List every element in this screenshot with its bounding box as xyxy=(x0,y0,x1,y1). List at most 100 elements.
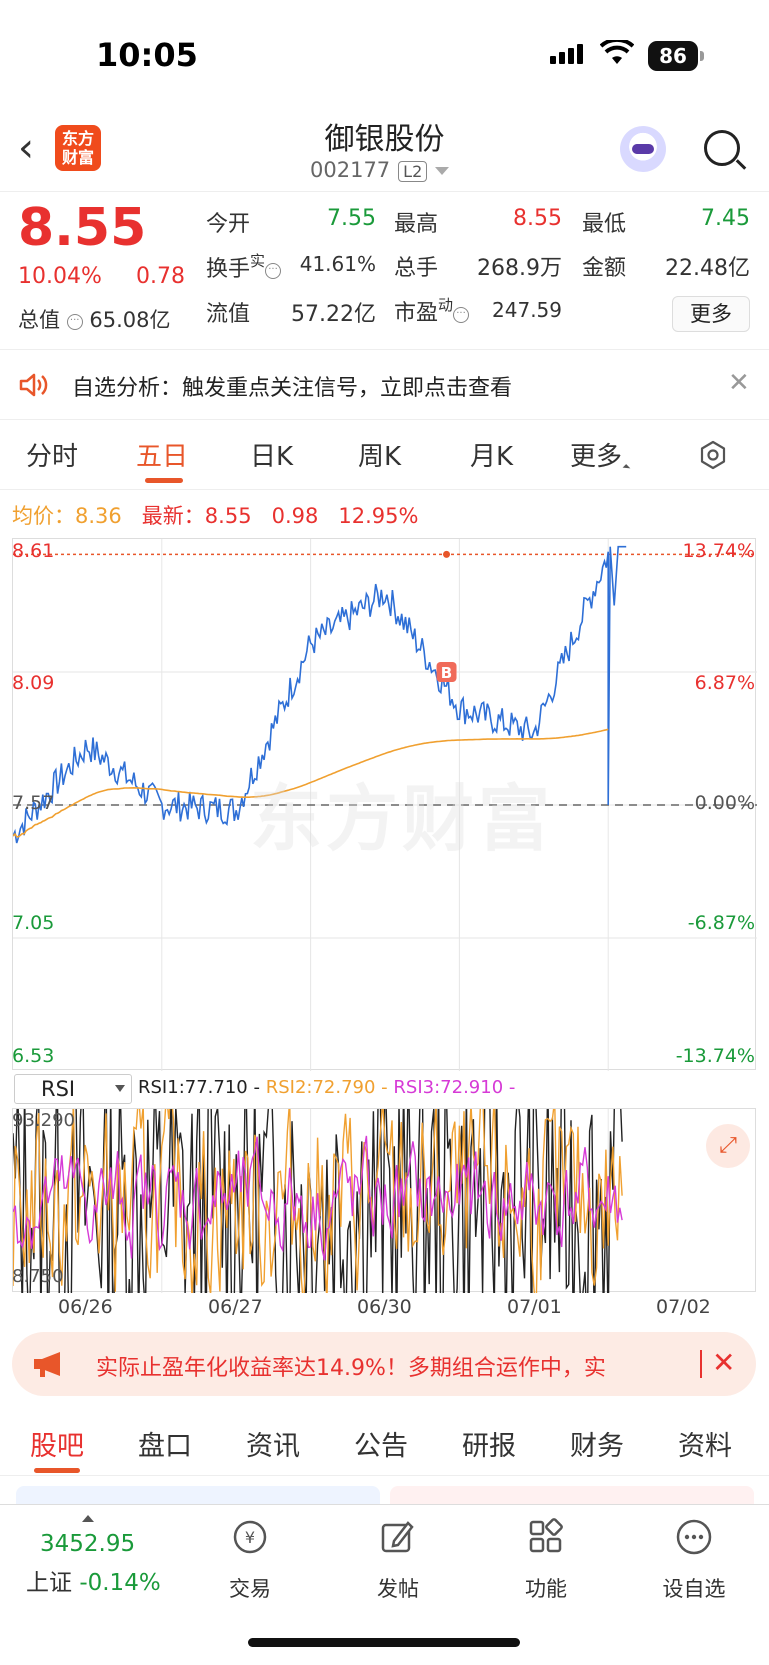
open-value: 7.55 xyxy=(327,206,376,231)
chart-tabs: 分时 五日 日K 周K 月K 更多 xyxy=(0,420,769,490)
tab-weekly-k[interactable]: 周K xyxy=(358,436,401,473)
buy-marker-label: B xyxy=(441,664,452,682)
change-amount: 0.78 xyxy=(136,264,185,289)
status-time: 10:05 xyxy=(96,36,198,74)
rsi-chart-svg xyxy=(13,1109,623,1293)
date-label: 06/30 xyxy=(357,1296,412,1318)
active-tab-underline xyxy=(145,478,183,483)
dock-add-watchlist[interactable]: 设自选 xyxy=(644,1517,744,1603)
dropdown-caret-icon xyxy=(115,1085,125,1092)
indicator-select[interactable]: RSI xyxy=(14,1074,132,1104)
high-value: 8.55 xyxy=(513,206,562,231)
dock-trade[interactable]: ¥ 交易 xyxy=(200,1517,300,1603)
tab-pankou[interactable]: 盘口 xyxy=(138,1424,192,1463)
caret-down-icon xyxy=(435,167,450,175)
pe-value: 247.59 xyxy=(492,298,562,322)
avg-price: 8.36 xyxy=(75,504,122,528)
tab-intraday[interactable]: 分时 xyxy=(26,436,78,473)
more-quote-button[interactable]: 更多 xyxy=(672,296,750,332)
quote-panel: 8.55 10.04% 0.78 总值 ··· 65.08亿 今开 7.55 最… xyxy=(0,192,769,350)
avg-price-row: 均价：8.36 最新：8.55 0.98 12.95% xyxy=(12,504,419,528)
date-label: 06/27 xyxy=(208,1296,263,1318)
wifi-icon xyxy=(600,40,634,64)
change-percent: 10.04% xyxy=(18,264,102,289)
stock-header: ‹ 东方 财富 御银股份 002177 L2 xyxy=(0,110,769,192)
tab-daily-k[interactable]: 日K xyxy=(250,436,293,473)
promo-text: 实际止盈年化收益率达14.9%！多期组合运作中，实 xyxy=(96,1356,606,1381)
alert-text: 自选分析：触发重点关注信号，立即点击查看 xyxy=(72,376,513,401)
date-label: 07/02 xyxy=(656,1296,711,1318)
tab-guba[interactable]: 股吧 xyxy=(30,1424,84,1463)
date-label: 07/01 xyxy=(507,1296,562,1318)
battery-tip xyxy=(700,51,704,61)
total-value-row: 总值 ··· 65.08亿 xyxy=(18,308,171,332)
close-icon[interactable]: ✕ xyxy=(712,1346,735,1379)
caret-icon xyxy=(622,464,631,472)
promo-banner[interactable]: 实际止盈年化收益率达14.9%！多期组合运作中，实 ✕ xyxy=(12,1332,756,1396)
cellular-signal-icon xyxy=(550,44,586,64)
amount-label: 金额 xyxy=(582,256,627,281)
amount-value: 22.48亿 xyxy=(665,256,750,281)
axis-left-tick: 7.57 xyxy=(12,792,55,814)
watermark: 东方财富 xyxy=(250,777,555,861)
content-tabs: 股吧 盘口 资讯 公告 研报 财务 资料 xyxy=(0,1410,769,1476)
rsi-chart[interactable] xyxy=(12,1108,756,1293)
current-price: 8.55 xyxy=(18,198,147,258)
tab-announcements[interactable]: 公告 xyxy=(354,1424,408,1463)
pe-label: 市盈动 ··· xyxy=(394,294,470,327)
tab-more[interactable]: 更多 xyxy=(570,436,631,473)
rsi-min: 8.750 xyxy=(12,1266,64,1287)
info-icon: ··· xyxy=(453,307,470,323)
high-label: 最高 xyxy=(394,212,439,237)
dock-post[interactable]: 发帖 xyxy=(348,1517,448,1603)
close-icon[interactable]: ✕ xyxy=(728,368,750,398)
tab-research[interactable]: 研报 xyxy=(462,1424,516,1463)
date-label: 06/26 xyxy=(58,1296,113,1318)
axis-right-tick: -13.74% xyxy=(675,1045,755,1067)
index-name[interactable]: 上证 -0.14% xyxy=(26,1563,161,1597)
info-icon: ··· xyxy=(265,263,282,279)
more-dots-icon xyxy=(676,1519,712,1555)
index-value[interactable]: 3452.95 xyxy=(40,1531,135,1557)
tab-finance[interactable]: 财务 xyxy=(570,1424,624,1463)
turnover-label: 换手实 ··· xyxy=(206,250,282,283)
expand-icon[interactable]: ⤢ xyxy=(706,1124,750,1168)
tab-monthly-k[interactable]: 月K xyxy=(470,436,513,473)
l2-badge: L2 xyxy=(398,161,428,182)
axis-right-tick: 6.87% xyxy=(694,672,755,694)
float-value: 57.22亿 xyxy=(291,302,376,327)
svg-text:¥: ¥ xyxy=(245,1528,255,1547)
dock-functions[interactable]: 功能 xyxy=(496,1517,596,1603)
trade-icon: ¥ xyxy=(233,1520,267,1554)
active-tab-underline xyxy=(34,1468,80,1473)
axis-left-tick: 8.09 xyxy=(12,672,55,694)
rsi-values: RSI1:77.710 - RSI2:72.790 - RSI3:72.910 … xyxy=(138,1077,516,1098)
axis-left-tick: 6.53 xyxy=(12,1045,55,1067)
index-pct: -0.14% xyxy=(79,1570,161,1596)
search-icon[interactable] xyxy=(704,130,740,166)
edit-icon xyxy=(381,1521,414,1553)
tab-news[interactable]: 资讯 xyxy=(246,1424,300,1463)
ai-robot-avatar-icon[interactable] xyxy=(620,126,666,172)
volume-label: 总手 xyxy=(394,256,439,281)
low-value: 7.45 xyxy=(701,206,750,231)
home-indicator xyxy=(248,1638,520,1647)
megaphone-icon xyxy=(34,1352,60,1377)
latest-price: 8.55 xyxy=(204,504,252,528)
analysis-alert-bar[interactable]: 自选分析：触发重点关注信号，立即点击查看 ✕ xyxy=(0,352,769,420)
promo-separator xyxy=(700,1350,702,1378)
speaker-icon xyxy=(19,373,48,397)
open-label: 今开 xyxy=(206,212,251,237)
tab-profile[interactable]: 资料 xyxy=(678,1424,732,1463)
volume-value: 268.9万 xyxy=(477,256,562,281)
latest-point xyxy=(443,550,451,558)
settings-icon[interactable] xyxy=(698,440,728,470)
stock-code-selector[interactable]: 002177 L2 xyxy=(310,158,450,182)
expand-up-icon[interactable] xyxy=(82,1515,94,1522)
card-peek xyxy=(390,1486,754,1506)
tab-five-day[interactable]: 五日 xyxy=(136,436,188,473)
axis-left-tick: 8.61 xyxy=(12,540,55,562)
card-peek xyxy=(16,1486,380,1506)
status-bar: 10:05 86 xyxy=(0,0,769,110)
rsi-max: 93.290 xyxy=(12,1110,75,1131)
